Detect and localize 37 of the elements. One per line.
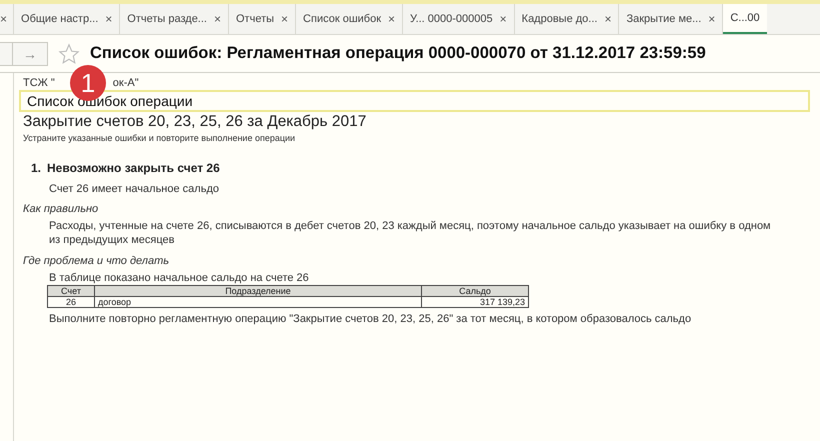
tab[interactable]: С...00 xyxy=(723,4,767,34)
action-text: Выполните повторно регламентную операцию "Закрытие счетов 20, 23, 25, 26" за тот месяц, в котором образовалось сальдо xyxy=(48,312,692,326)
close-icon[interactable]: × xyxy=(214,12,221,26)
table-cell: 26 xyxy=(48,296,94,308)
error-title: Невозможно закрыть счет 26 xyxy=(47,161,220,175)
error-number: 1. xyxy=(31,161,42,175)
org-name: ок-А" xyxy=(112,77,139,90)
close-icon[interactable]: × xyxy=(0,12,8,26)
tab[interactable]: Список ошибок × xyxy=(296,4,404,34)
column-header: Счет xyxy=(48,286,94,296)
explanation-text: Расходы, учтенные на счете 26, списываются в дебет счетов 20, 23 каждый месяц, поэтому начальное сальдо указывает на ошибку в одном из предыдущих месяцев xyxy=(48,219,772,247)
window-title: Список ошибок: Регламентная операция 0000-000070 от 31.12.2017 23:59:59 xyxy=(90,44,706,63)
error-description: Счет 26 имеет начальное сальдо xyxy=(48,183,220,195)
tab[interactable]: × xyxy=(0,4,14,34)
tab[interactable]: Отчеты × xyxy=(229,4,296,34)
close-icon[interactable]: × xyxy=(500,12,507,26)
close-icon[interactable]: × xyxy=(708,12,716,26)
tab[interactable]: Отчеты разде... × xyxy=(120,4,229,34)
close-icon[interactable]: × xyxy=(281,12,288,26)
close-icon[interactable]: × xyxy=(388,12,396,26)
column-header: Сальдо xyxy=(422,286,528,296)
back-button[interactable] xyxy=(0,42,13,66)
close-icon[interactable]: × xyxy=(105,12,112,26)
tab[interactable]: У... 0000-000005 × xyxy=(403,4,515,34)
table-cell: договор xyxy=(94,296,422,308)
table-caption: В таблице показано начальное сальдо на счете 26 xyxy=(48,271,310,285)
org-name: ТСЖ " xyxy=(23,77,55,90)
report-subheading: Закрытие счетов 20, 23, 25, 26 за Декабрь 2017 xyxy=(23,113,368,131)
tab[interactable]: Общие настр... × xyxy=(14,4,120,34)
table-cell: 317 139,23 xyxy=(422,296,528,308)
star-icon[interactable] xyxy=(58,42,80,64)
hint-text: Устраните указанные ошибки и повторите выполнение операции xyxy=(23,133,296,143)
section-label: Как правильно xyxy=(23,203,100,215)
column-header: Подразделение xyxy=(94,286,422,296)
tab[interactable]: Кадровые до... × xyxy=(514,4,620,34)
section-label: Где проблема и что делать xyxy=(23,255,170,267)
close-icon[interactable]: × xyxy=(604,12,612,26)
